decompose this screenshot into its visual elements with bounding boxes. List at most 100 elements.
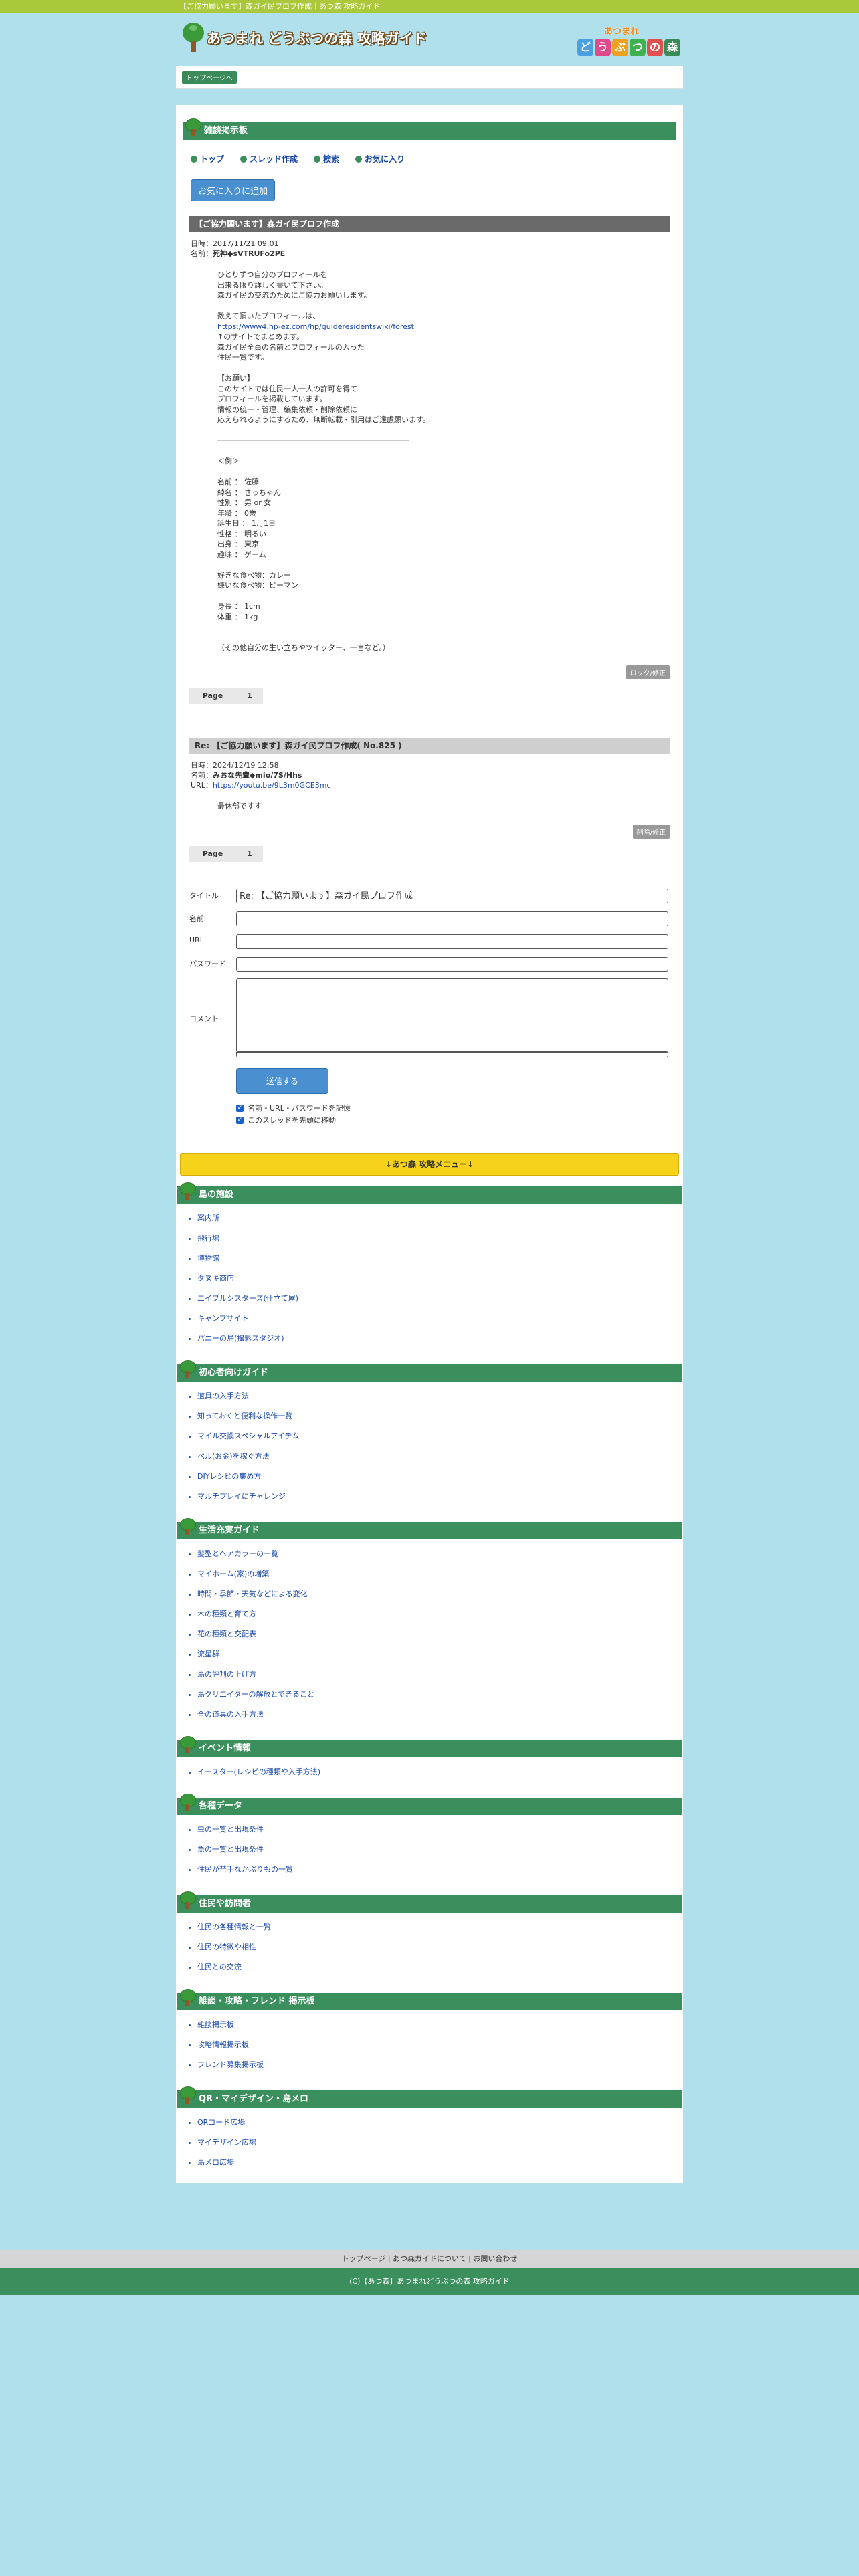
menu-link[interactable]: 住民の各種情報と一覧 [197, 1922, 683, 1942]
category-list: 住民の各種情報と一覧住民の特徴や相性住民との交流 [176, 1922, 683, 1982]
category-list: 虫の一覧と出現条件魚の一覧と出現条件住民が苦手なかぶりもの一覧 [176, 1824, 683, 1885]
url-input[interactable] [236, 934, 668, 949]
guide-category: 住民や訪問者住民の各種情報と一覧住民の特徴や相性住民との交流 [176, 1891, 683, 1982]
bbs-section-header: 雑談掲示板 [183, 118, 676, 140]
category-header: 雑談・攻略・フレンド 掲示板 [177, 1989, 682, 2010]
remember-label: 名前・URL・パスワードを記憶 [248, 1104, 351, 1113]
lock-edit-button[interactable]: ロック/修正 [626, 665, 670, 679]
menu-link[interactable]: イースター(レシピの種類や入手方法) [197, 1767, 683, 1787]
menu-link[interactable]: マイデザイン広場 [197, 2137, 683, 2157]
post2-url-link[interactable]: https://youtu.be/9L3m0GCE3mc [213, 781, 331, 790]
menu-link[interactable]: 住民との交流 [197, 1962, 683, 1982]
game-logo-letter: 森 [664, 39, 680, 56]
menu-link[interactable]: マルチプレイにチャレンジ [197, 1491, 683, 1511]
reply-form: タイトル Re: 【ご協力願います】森ガイ民プロフ作成 名前 URL パスワード … [176, 887, 683, 1126]
category-title: 住民や訪問者 [199, 1899, 252, 1909]
menu-link[interactable]: 住民の特徴や相性 [197, 1942, 683, 1962]
add-favorite-button[interactable]: お気に入りに追加 [191, 179, 276, 201]
tree-icon [180, 1360, 196, 1379]
game-logo-letter: う [595, 39, 611, 56]
name-field-label: 名前 [189, 914, 204, 923]
menu-link[interactable]: 島メロ広場 [197, 2157, 683, 2177]
footer-links[interactable]: トップページ | あつ森ガイドについて | お問い合わせ [0, 2250, 859, 2268]
menu-link[interactable]: エイブルシスターズ(仕立て屋) [197, 1293, 683, 1313]
menu-link[interactable]: 雑談掲示板 [197, 2020, 683, 2040]
browser-title-bar: 【ご協力願います】森ガイ民プロフ作成｜あつ森 攻略ガイド [0, 0, 859, 13]
tree-icon [180, 1182, 196, 1201]
menu-link[interactable]: 全の道具の入手方法 [197, 1709, 683, 1729]
bbs-nav-create-thread[interactable]: スレッド作成 [240, 153, 298, 165]
menu-link[interactable]: 道具の入手方法 [197, 1391, 683, 1411]
site-title[interactable]: あつまれ どうぶつの森 攻略ガイド [207, 28, 427, 48]
guide-category: 生活充実ガイド髪型とヘアカラーの一覧マイホーム(家)の増築時間・季節・天気などに… [176, 1518, 683, 1729]
pager-page-1[interactable]: 1 [236, 846, 263, 862]
bbs-nav-top[interactable]: トップ [191, 153, 224, 165]
post2-date: 日時：2024/12/19 12:58 [191, 760, 279, 770]
menu-link[interactable]: フレンド募集掲示板 [197, 2060, 683, 2080]
menu-link[interactable]: 案内所 [197, 1213, 683, 1233]
menu-link[interactable]: 島の評判の上げ方 [197, 1669, 683, 1689]
name-input[interactable] [236, 911, 668, 926]
comment-textarea[interactable] [236, 978, 668, 1052]
menu-link[interactable]: QRコード広場 [197, 2117, 683, 2137]
guide-category: 各種データ虫の一覧と出現条件魚の一覧と出現条件住民が苦手なかぶりもの一覧 [176, 1794, 683, 1885]
menu-link[interactable]: ベル(お金)を稼ぐ方法 [197, 1451, 683, 1471]
menu-link[interactable]: DIYレシピの集め方 [197, 1471, 683, 1491]
menu-link[interactable]: 飛行場 [197, 1233, 683, 1253]
bullet-icon [355, 155, 363, 163]
menu-link[interactable]: 花の種類と交配表 [197, 1629, 683, 1649]
menu-link[interactable]: 魚の一覧と出現条件 [197, 1844, 683, 1864]
textarea-resize-handle[interactable] [236, 1052, 668, 1057]
pager-page-1[interactable]: 1 [236, 688, 263, 704]
game-logo-letter: の [647, 39, 663, 56]
game-logo[interactable]: あつまれ どうぶつの森 [577, 23, 683, 62]
menu-link[interactable]: 攻略情報掲示板 [197, 2040, 683, 2060]
tree-logo-icon[interactable] [180, 23, 207, 53]
pager: Page 1 [189, 687, 263, 704]
title-input[interactable]: Re: 【ご協力願います】森ガイ民プロフ作成 [236, 889, 668, 903]
menu-link[interactable]: マイル交換スペシャルアイテム [197, 1431, 683, 1451]
post1-link[interactable]: https://www4.hp-ez.com/hp/guideresidents… [217, 322, 414, 331]
breadcrumb-top-link[interactable]: トップページへ [182, 71, 237, 84]
game-logo-letters: どうぶつの森 [577, 39, 680, 56]
post2-title: Re: 【ご協力願います】森ガイ民プロフ作成( No.825 ) [189, 737, 670, 754]
menu-link[interactable]: 知っておくと便利な操作一覧 [197, 1411, 683, 1431]
bbs-nav-label: トップ [200, 154, 225, 164]
bbs-title: 雑談掲示板 [204, 126, 248, 136]
post1-meta: 日時：2017/11/21 09:01 名前：死神◆sVTRUFo2PE [191, 239, 683, 259]
menu-link[interactable]: タヌキ商店 [197, 1273, 683, 1293]
category-header: イベント情報 [177, 1736, 682, 1757]
remember-checkbox[interactable]: ✓ 名前・URL・パスワードを記憶 [236, 1102, 683, 1114]
post1-name-row: 名前：死神◆sVTRUFo2PE [191, 249, 683, 259]
menu-link[interactable]: 時間・季節・天気などによる変化 [197, 1589, 683, 1609]
name-label: 名前： [191, 249, 213, 258]
bbs-nav-favorites[interactable]: お気に入り [355, 153, 405, 165]
menu-link[interactable]: キャンプサイト [197, 1313, 683, 1333]
menu-link[interactable]: 島クリエイターの解放とできること [197, 1689, 683, 1709]
menu-link[interactable]: 博物館 [197, 1253, 683, 1273]
menu-link[interactable]: 髪型とヘアカラーの一覧 [197, 1549, 683, 1569]
checkbox-checked-icon: ✓ [236, 1104, 244, 1112]
move-top-checkbox[interactable]: ✓ このスレッドを先頭に移動 [236, 1114, 683, 1126]
password-input[interactable] [236, 957, 668, 972]
guide-category: QR・マイデザイン・島メロ QRコード広場マイデザイン広場島メロ広場 [176, 2086, 683, 2177]
menu-link[interactable]: 木の種類と育て方 [197, 1609, 683, 1629]
menu-link[interactable]: パニーの島(撮影スタジオ) [197, 1333, 683, 1354]
move-top-label: このスレッドを先頭に移動 [248, 1116, 336, 1125]
game-logo-top: あつまれ [604, 27, 640, 37]
pager-label: Page [202, 849, 223, 858]
menu-link[interactable]: マイホーム(家)の増築 [197, 1569, 683, 1589]
url-field-label: URL [189, 936, 204, 944]
bbs-nav-label: 検索 [323, 154, 340, 164]
menu-link[interactable]: 流星群 [197, 1649, 683, 1669]
category-header: 初心者向けガイド [177, 1360, 682, 1382]
tree-icon [185, 118, 201, 137]
delete-edit-button[interactable]: 削除/修正 [632, 825, 670, 839]
menu-link[interactable]: 虫の一覧と出現条件 [197, 1824, 683, 1844]
bbs-nav-search[interactable]: 検索 [314, 153, 339, 165]
guide-menu-bar[interactable]: ↓あつ森 攻略メニュー↓ [180, 1153, 679, 1176]
submit-button[interactable]: 送信する [236, 1068, 329, 1094]
category-list: 髪型とヘアカラーの一覧マイホーム(家)の増築時間・季節・天気などによる変化木の種… [176, 1549, 683, 1729]
main-content: 雑談掲示板 トップ スレッド作成 検索 お気に入り お気に入りに追加 【ご協力願… [176, 105, 683, 2183]
menu-link[interactable]: 住民が苦手なかぶりもの一覧 [197, 1864, 683, 1885]
